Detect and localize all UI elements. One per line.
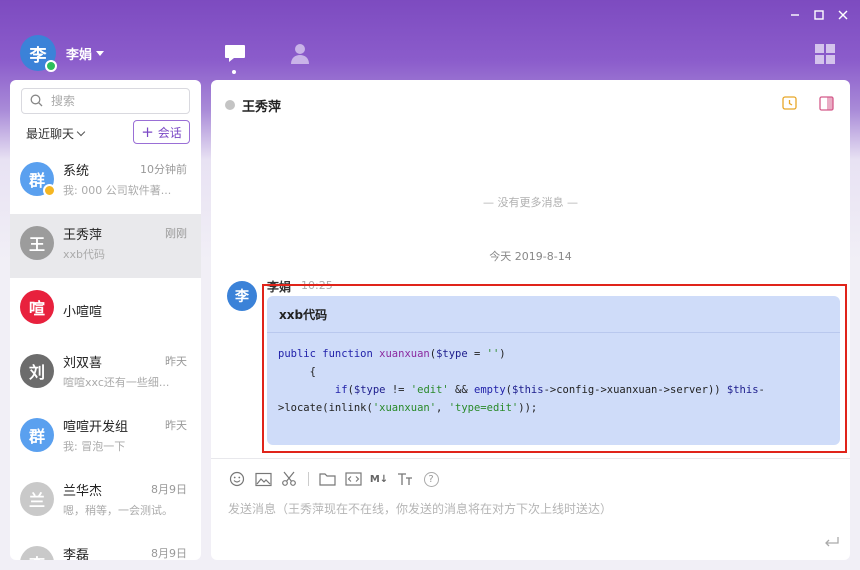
input-divider [211, 458, 850, 459]
conversation-time: 10分钟前 [140, 163, 187, 176]
plus-icon: + [141, 122, 154, 141]
conversation-item-active[interactable]: 王 王秀萍 刚刚 xxb代码 [10, 214, 201, 278]
no-more-messages: — 没有更多消息 — [483, 196, 578, 209]
online-status-indicator [45, 60, 57, 72]
conversation-preview: xxb代码 [63, 248, 106, 261]
recent-filter-label: 最近聊天 [26, 127, 75, 141]
emoji-icon[interactable] [228, 470, 246, 488]
conversation-preview: 我: 冒泡一下 [63, 440, 126, 453]
chat-title: 王秀萍 [242, 100, 282, 115]
star-badge-icon [43, 184, 56, 197]
date-separator: 今天 2019-8-14 [489, 250, 572, 263]
input-toolbar: M↓ ? [228, 470, 448, 488]
conversation-item[interactable]: 兰 兰华杰 8月9日 嗯，稍等，一会测试。 [10, 470, 201, 534]
user-name: 李娟 [66, 48, 93, 63]
conversation-item[interactable]: 群 喧喧开发组 昨天 我: 冒泡一下 [10, 406, 201, 470]
message-avatar[interactable]: 李 [227, 281, 257, 311]
conversation-time: 8月9日 [151, 483, 187, 496]
conversation-sidebar: 最近聊天 + 会话 群 系统 10分钟前 我: 000 公司软件著... 王 王… [10, 80, 201, 560]
recent-filter-dropdown[interactable]: 最近聊天 [26, 125, 86, 142]
maximize-icon[interactable] [812, 8, 826, 22]
conversation-list: 群 系统 10分钟前 我: 000 公司软件著... 王 王秀萍 刚刚 xxb代… [10, 150, 201, 560]
help-icon: ? [423, 471, 439, 487]
conversation-item[interactable]: 李 李磊 8月9日 [10, 534, 201, 560]
conversation-avatar: 刘 [20, 354, 54, 388]
chat-nav-icon[interactable] [224, 44, 246, 68]
conversation-name: 王秀萍 [63, 228, 103, 243]
conversation-name: 喧喧开发组 [63, 420, 129, 435]
highlight-frame [262, 284, 847, 453]
search-icon [30, 92, 43, 111]
scissors-icon[interactable] [280, 470, 298, 488]
minimize-icon[interactable] [788, 8, 802, 22]
search-input[interactable] [51, 94, 171, 108]
conversation-name: 小喧喧 [63, 305, 103, 320]
chat-panel: 王秀萍 — 没有更多消息 — 今天 2019-8-14 李 李娟 10:25 x… [211, 80, 850, 560]
caret-down-icon [96, 51, 105, 56]
text-format-icon[interactable] [396, 470, 414, 488]
conversation-time: 刚刚 [165, 227, 187, 240]
help-button[interactable]: ? [422, 470, 440, 488]
history-icon[interactable] [782, 96, 797, 115]
close-icon[interactable] [836, 8, 850, 22]
send-icon[interactable] [824, 533, 840, 552]
conversation-name: 刘双喜 [63, 356, 103, 371]
active-nav-indicator [232, 70, 236, 74]
code-icon[interactable] [344, 470, 362, 488]
conversation-name: 兰华杰 [63, 484, 103, 499]
sidebar-toggle-icon[interactable] [819, 96, 834, 115]
conversation-name: 李磊 [63, 548, 90, 560]
conversation-name: 系统 [63, 164, 90, 179]
apps-grid-icon[interactable] [815, 44, 835, 68]
search-box[interactable] [21, 88, 190, 114]
folder-icon[interactable] [318, 470, 336, 488]
toolbar-separator [308, 472, 309, 486]
conversation-avatar: 李 [20, 546, 54, 560]
window-controls [788, 8, 850, 22]
conversation-avatar: 王 [20, 226, 54, 260]
conversation-item[interactable]: 喧 小喧喧 [10, 278, 201, 342]
conversation-item[interactable]: 群 系统 10分钟前 我: 000 公司软件著... [10, 150, 201, 214]
conversation-preview: 嗯，稍等，一会测试。 [63, 504, 173, 517]
contacts-nav-icon[interactable] [290, 43, 310, 69]
conversation-time: 昨天 [165, 419, 187, 432]
conversation-item[interactable]: 刘 刘双喜 昨天 喧喧xxc还有一些细... [10, 342, 201, 406]
conversation-avatar: 群 [20, 418, 54, 452]
chevron-down-icon [76, 127, 86, 137]
conversation-time: 昨天 [165, 355, 187, 368]
chat-header: 王秀萍 [211, 80, 850, 126]
markdown-toggle[interactable]: M↓ [370, 470, 388, 488]
new-chat-button[interactable]: + 会话 [133, 120, 190, 144]
message-input[interactable] [228, 498, 828, 520]
conversation-preview: 喧喧xxc还有一些细... [63, 376, 170, 389]
conversation-preview: 我: 000 公司软件著... [63, 184, 172, 197]
conversation-time: 8月9日 [151, 547, 187, 560]
offline-status-dot [225, 100, 235, 110]
new-chat-label: 会话 [157, 125, 182, 140]
image-icon[interactable] [254, 470, 272, 488]
user-menu[interactable]: 李娟 [66, 44, 105, 63]
conversation-avatar: 喧 [20, 290, 54, 324]
conversation-avatar: 兰 [20, 482, 54, 516]
